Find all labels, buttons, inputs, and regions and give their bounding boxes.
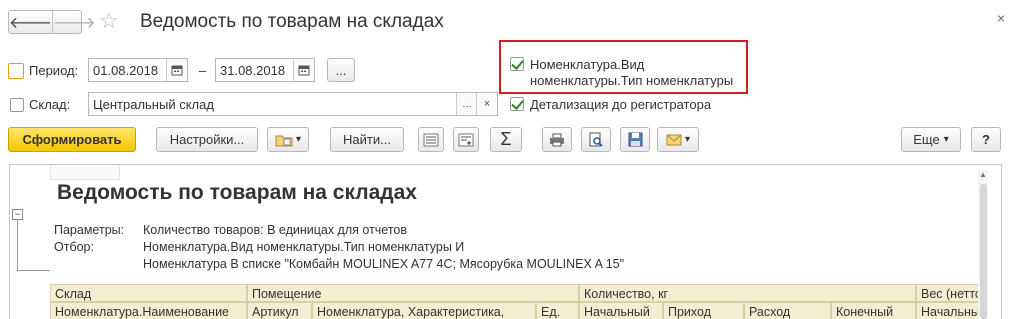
period-checkbox[interactable] (8, 63, 24, 79)
collapse-groups-icon (458, 133, 474, 146)
help-button[interactable]: ? (971, 127, 1001, 152)
scrollbar-thumb[interactable] (980, 184, 987, 319)
calendar-icon[interactable] (166, 59, 187, 81)
floppy-disk-icon (628, 132, 642, 147)
period-select-button[interactable]: ... (327, 58, 355, 82)
period-from-value: 01.08.2018 (93, 63, 159, 78)
header-cell: Артикул (247, 302, 312, 319)
nav-buttons: 🡐 🡒 (8, 10, 96, 34)
printer-icon (550, 133, 564, 146)
nomenclature-type-label-line2: номенклатуры.Тип номенклатуры (530, 73, 734, 88)
header-cell: Конечный (831, 302, 916, 319)
calendar-icon[interactable] (293, 59, 314, 81)
filter-label: Отбор: (54, 240, 94, 254)
params-label: Параметры: (54, 223, 125, 237)
header-cell: Склад (50, 284, 247, 302)
register-detail-label: Детализация до регистратора (530, 97, 712, 112)
find-button[interactable]: Найти... (330, 127, 404, 152)
send-email-dropdown-button[interactable]: ▾ (657, 127, 699, 152)
variants-dropdown-button[interactable]: ▾ (267, 127, 309, 152)
period-to-value: 31.08.2018 (220, 63, 286, 78)
forward-arrow-icon[interactable]: 🡒 (51, 11, 96, 33)
chevron-down-icon: ▾ (295, 134, 302, 145)
period-from-field[interactable]: 01.08.2018 (88, 58, 188, 82)
warehouse-field[interactable]: Центральный склад ... × (88, 92, 498, 116)
header-cell: Помещение (247, 284, 579, 302)
header-cell: Начальный (579, 302, 663, 319)
clear-icon[interactable]: × (476, 93, 497, 115)
favorite-star-icon[interactable]: ☆ (99, 8, 119, 34)
period-dash: – (199, 63, 207, 78)
back-arrow-icon[interactable]: 🡐 (9, 11, 52, 33)
header-cell: Ед. (536, 302, 579, 319)
header-cell: Количество, кг (579, 284, 916, 302)
period-to-field[interactable]: 31.08.2018 (215, 58, 315, 82)
close-icon[interactable]: × (997, 10, 1005, 26)
group-line (17, 220, 18, 270)
preview-icon (589, 132, 603, 147)
expand-groups-icon (423, 133, 439, 146)
report-corner-cell (50, 165, 120, 180)
sum-button[interactable]: Σ (490, 127, 522, 152)
register-detail-checkbox[interactable] (510, 97, 524, 111)
scroll-up-icon[interactable]: ▲ (979, 170, 987, 179)
envelope-icon (666, 134, 682, 145)
report-title: Ведомость по товарам на складах (57, 181, 417, 204)
warehouse-checkbox[interactable] (10, 98, 24, 112)
warehouse-value: Центральный склад (93, 97, 214, 112)
report-document[interactable]: Ведомость по товарам на складах − Параме… (9, 164, 1002, 319)
header-cell: Номенклатура.Наименование (50, 302, 247, 319)
generate-button[interactable]: Сформировать (8, 127, 136, 152)
filter-value-line1: Номенклатура.Вид номенклатуры.Тип номенк… (143, 240, 465, 254)
preview-button[interactable] (581, 127, 611, 152)
nomenclature-type-label-line1: Номенклатура.Вид (530, 57, 645, 72)
nomenclature-type-checkbox[interactable] (510, 57, 524, 71)
nomenclature-type-label: Номенклатура.Вид номенклатуры.Тип номенк… (530, 57, 733, 89)
period-label: Период: (29, 63, 79, 78)
params-value: Количество товаров: В единицах для отчет… (143, 223, 408, 237)
header-cell: Приход (663, 302, 744, 319)
expand-groups-button[interactable] (418, 127, 444, 152)
header-cell: Расход (744, 302, 831, 319)
more-button-label: Еще (913, 132, 940, 147)
collapse-groups-button[interactable] (453, 127, 479, 152)
collapse-toggle-icon[interactable]: − (12, 209, 23, 220)
filter-value-line2: Номенклатура В списке "Комбайн MOULINEX … (143, 257, 625, 271)
header-cell: Номенклатура, Характеристика, (312, 302, 536, 319)
folder-icon (275, 135, 293, 146)
save-button[interactable] (620, 127, 650, 152)
group-line-end (17, 270, 50, 271)
print-button[interactable] (542, 127, 572, 152)
chevron-down-icon: ▾ (684, 134, 691, 145)
warehouse-select-button[interactable]: ... (456, 93, 477, 115)
more-button[interactable]: Еще ▾ (901, 127, 961, 152)
chevron-down-icon: ▾ (943, 134, 949, 145)
settings-button[interactable]: Настройки... (156, 127, 258, 152)
warehouse-label: Склад: (29, 97, 71, 112)
window-title: Ведомость по товарам на складах (140, 11, 444, 32)
